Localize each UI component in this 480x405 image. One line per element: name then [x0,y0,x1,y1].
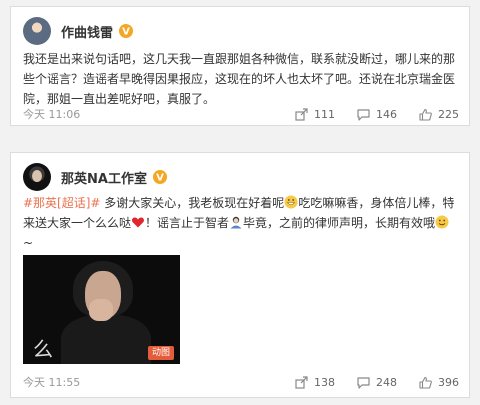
share-button[interactable]: 111 [295,108,335,121]
grin-emoji-icon [284,195,298,209]
like-count: 225 [438,107,459,121]
verified-badge-icon: V [152,170,167,184]
like-icon [419,108,432,121]
avatar[interactable] [23,163,51,191]
post-text-part: 毕竟，之前的律师声明，长期有效哦 [243,216,436,230]
photo-subject-hand [89,299,113,321]
share-icon [295,375,308,389]
comment-icon [357,108,370,121]
post-text-body: 我还是出来说句话吧，这几天我一直跟那姐各种微信，联系就没断过，哪儿来的那些个谣言… [23,52,456,106]
post-card: 作曲钱雷 V 我还是出来说句话吧，这几天我一直跟那姐各种微信，联系就没断过，哪儿… [10,6,470,126]
timestamp[interactable]: 今天 11:06 [23,106,273,122]
post-footer: 今天 11:55 138 248 396 [23,374,459,390]
post-text-part: ~ [23,236,34,250]
share-icon [295,107,308,121]
timestamp[interactable]: 今天 11:55 [23,374,273,390]
svg-text:V: V [156,173,164,184]
comment-icon [357,376,370,389]
person-emoji-icon [230,216,242,229]
share-count: 111 [314,107,335,121]
comment-count: 146 [376,107,397,121]
author-name[interactable]: 那英NA工作室 [61,168,147,187]
like-icon [419,376,432,389]
photo-subject-body [61,315,151,364]
svg-text:V: V [122,27,130,38]
heart-emoji-icon [132,217,144,228]
animated-image[interactable]: 么 动图 [23,255,180,364]
post-header: 作曲钱雷 V [23,17,134,45]
image-caption-char: 么 [33,337,53,361]
post-footer: 今天 11:06 111 146 225 [23,106,459,122]
comment-count: 248 [376,375,397,389]
comment-button[interactable]: 248 [357,376,397,389]
post-text: #那英[超话]# 多谢大家关心，我老板现在好着呢 吃吃嘛嘛香，身体倍儿棒，特来送大… [23,193,457,253]
topic-tag[interactable]: #那英[超话]# [23,196,100,210]
like-button[interactable]: 396 [419,376,459,389]
gif-badge: 动图 [147,346,174,360]
smile-emoji-icon [435,215,449,229]
avatar[interactable] [23,17,51,45]
post-text-part: ！谣言止于智者 [145,216,230,230]
like-count: 396 [438,375,459,389]
verified-badge-icon: V [119,24,134,38]
share-count: 138 [314,375,335,389]
post-text: 我还是出来说句话吧，这几天我一直跟那姐各种微信，联系就没断过，哪儿来的那些个谣言… [23,49,457,109]
like-button[interactable]: 225 [419,108,459,121]
author-name[interactable]: 作曲钱雷 [61,22,113,41]
post-header: 那英NA工作室 V [23,163,167,191]
comment-button[interactable]: 146 [357,108,397,121]
share-button[interactable]: 138 [295,376,335,389]
post-text-part: 多谢大家关心，我老板现在好着呢 [100,196,285,210]
post-card: 那英NA工作室 V #那英[超话]# 多谢大家关心，我老板现在好着呢 吃吃嘛嘛香，… [10,152,470,398]
